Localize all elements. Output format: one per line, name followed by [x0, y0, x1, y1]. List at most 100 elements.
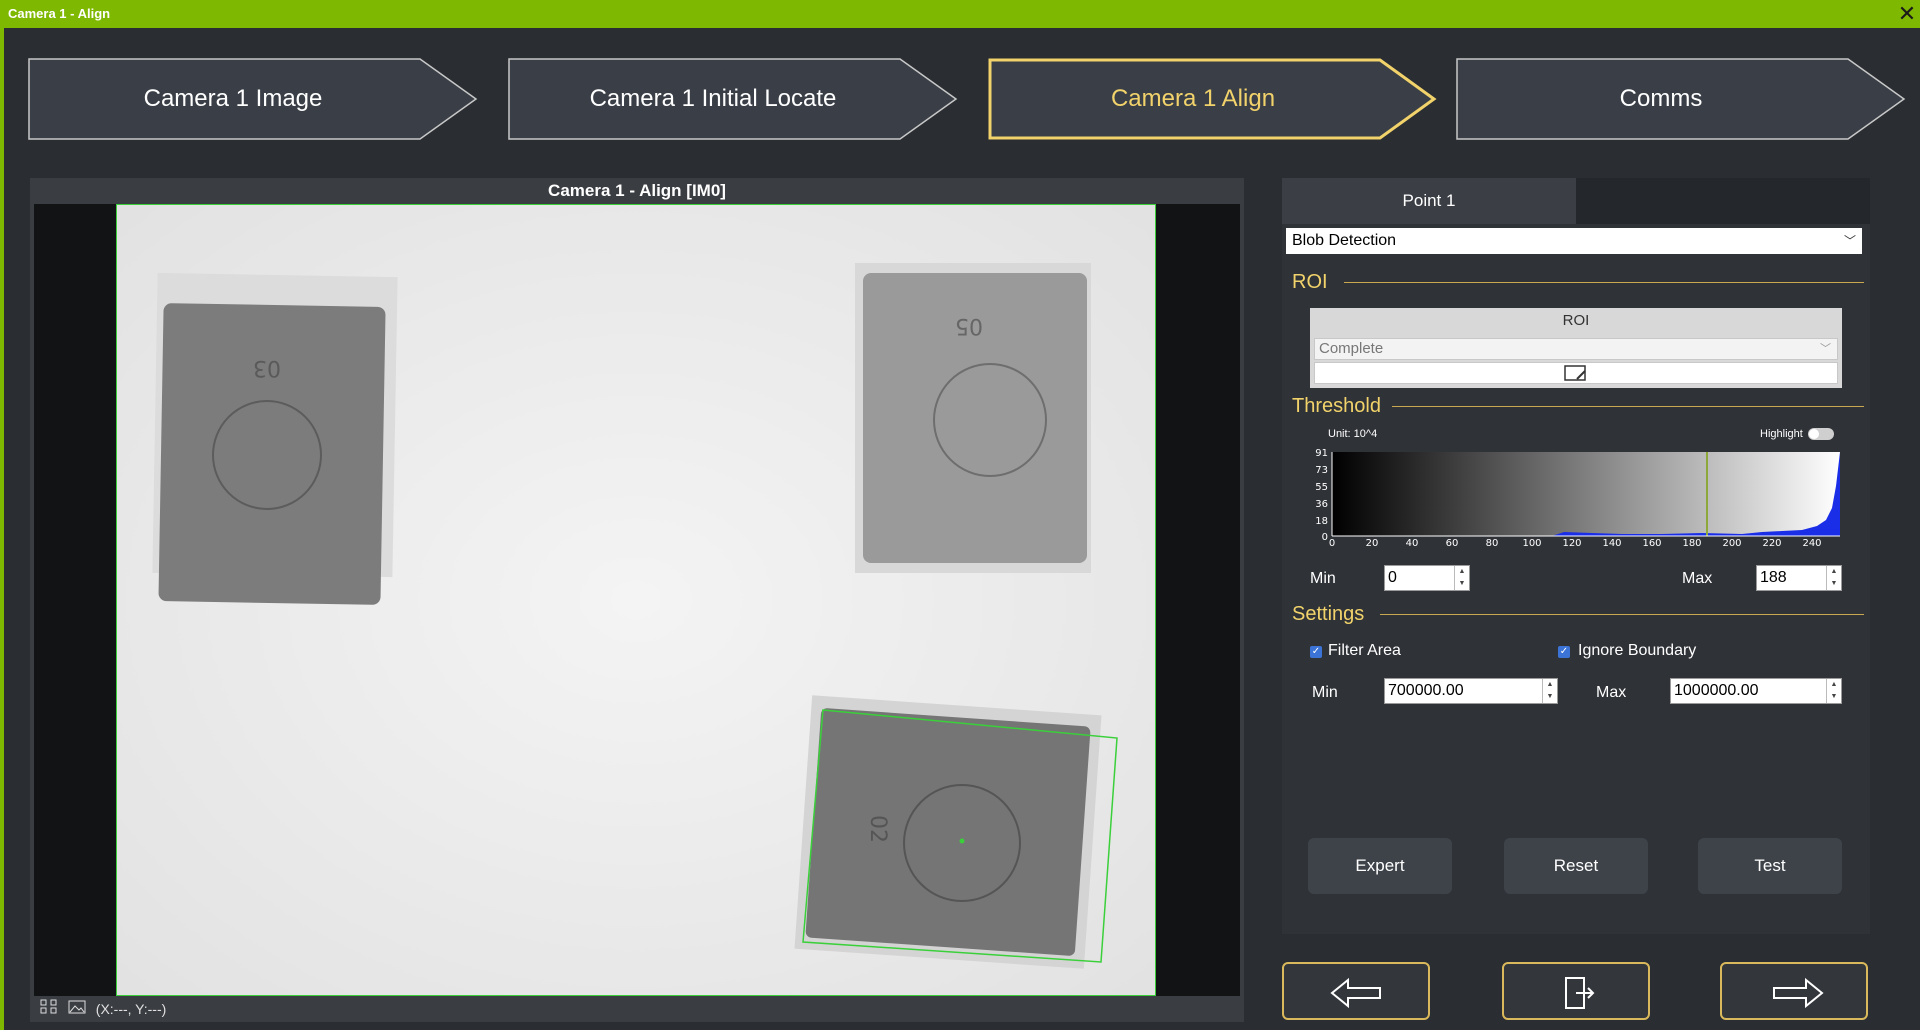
threshold-unit: Unit: 10^4: [1328, 428, 1378, 440]
x-tick: 220: [1762, 538, 1781, 546]
filter-area-label: Filter Area: [1328, 642, 1401, 659]
section-divider: [1380, 614, 1864, 615]
x-tick: 0: [1329, 538, 1335, 546]
area-max-label: Max: [1596, 684, 1627, 701]
x-tick: 80: [1486, 538, 1499, 546]
y-tick: 73: [1315, 465, 1328, 476]
highlight-toggle[interactable]: [1808, 428, 1834, 440]
histogram-gradient: [1332, 452, 1840, 536]
arrow-left-icon: [1330, 977, 1381, 1009]
x-tick: 140: [1602, 538, 1621, 546]
image-panel: Camera 1 - Align [IM0] 03 05 02 (X:---, …: [30, 178, 1244, 1022]
y-tick: 18: [1315, 516, 1328, 527]
x-tick: 20: [1366, 538, 1379, 546]
roi-section-title: ROI: [1292, 271, 1328, 293]
cursor-coordinates: (X:---, Y:---): [95, 1001, 167, 1017]
x-tick: 120: [1562, 538, 1581, 546]
package-label: 05: [955, 313, 983, 338]
threshold-min-value: 0: [1388, 569, 1397, 586]
step-navigation: Camera 1 Image Camera 1 Initial Locate C…: [0, 58, 1920, 144]
package-bottom-right: 02: [794, 695, 1118, 969]
fit-view-icon[interactable]: [40, 999, 58, 1021]
y-tick: 0: [1322, 532, 1328, 543]
tool-settings-panel: Point 1 Blob Detection ﹀ ROI ROI Complet…: [1282, 178, 1870, 934]
previous-button[interactable]: [1282, 962, 1430, 1020]
package-label: 03: [253, 355, 281, 380]
spin-arrows-icon[interactable]: ▲ ▼: [1826, 566, 1841, 590]
image-statusbar: (X:---, Y:---): [34, 998, 1240, 1020]
exit-button[interactable]: [1502, 962, 1650, 1020]
y-tick: 55: [1315, 482, 1328, 493]
blob-center-marker: [959, 838, 965, 844]
threshold-min-label: Min: [1310, 570, 1336, 587]
ignore-boundary-checkbox[interactable]: ✓: [1558, 646, 1570, 658]
section-divider: [1392, 406, 1864, 407]
spin-arrows-icon[interactable]: ▲ ▼: [1454, 566, 1469, 590]
arrow-right-icon: [1773, 977, 1824, 1009]
filter-area-checkbox[interactable]: ✓: [1310, 646, 1322, 658]
threshold-max-label: Max: [1682, 570, 1713, 587]
image-panel-title: Camera 1 - Align [IM0]: [30, 178, 1244, 204]
step-label: Comms: [1619, 85, 1703, 112]
image-viewport[interactable]: 03 05 02: [34, 204, 1240, 996]
section-divider: [1344, 282, 1864, 283]
roi-section-header: ROI: [1288, 270, 1864, 294]
y-tick: 91: [1315, 448, 1328, 459]
camera-image-content: 03 05 02: [117, 205, 1155, 995]
roi-mode-dropdown[interactable]: Complete ﹀: [1314, 338, 1838, 360]
package-label: 02: [865, 815, 890, 843]
window-titlebar: Camera 1 - Align ✕: [0, 0, 1920, 28]
threshold-max-value: 188: [1760, 569, 1787, 586]
highlight-label: Highlight: [1760, 428, 1803, 440]
point-tabs: Point 1: [1282, 178, 1870, 224]
area-min-input[interactable]: 700000.00 ▲ ▼: [1384, 678, 1558, 704]
camera-image[interactable]: 03 05 02: [116, 204, 1156, 996]
x-tick: 180: [1682, 538, 1701, 546]
settings-section-title: Settings: [1292, 603, 1365, 625]
settings-section-header: Settings: [1288, 602, 1864, 626]
spin-arrows-icon[interactable]: ▲ ▼: [1542, 679, 1557, 703]
ignore-boundary-label: Ignore Boundary: [1578, 642, 1697, 659]
method-dropdown[interactable]: Blob Detection ﹀: [1286, 228, 1862, 254]
chevron-down-icon: ﹀: [1820, 343, 1831, 355]
x-tick: 240: [1802, 538, 1821, 546]
close-icon[interactable]: ✕: [1894, 0, 1920, 28]
expert-button[interactable]: Expert: [1308, 838, 1452, 894]
roi-mode-value: Complete: [1319, 340, 1384, 357]
step-camera-1-initial-locate[interactable]: Camera 1 Initial Locate: [508, 58, 958, 140]
threshold-min-input[interactable]: 0 ▲ ▼: [1384, 565, 1470, 591]
area-min-label: Min: [1312, 684, 1338, 701]
threshold-section-title: Threshold: [1292, 395, 1381, 417]
method-dropdown-value: Blob Detection: [1292, 232, 1397, 249]
reset-button[interactable]: Reset: [1504, 838, 1648, 894]
x-tick: 100: [1522, 538, 1541, 546]
next-button[interactable]: [1720, 962, 1868, 1020]
x-tick: 60: [1446, 538, 1459, 546]
x-tick: 160: [1642, 538, 1661, 546]
test-button[interactable]: Test: [1698, 838, 1842, 894]
package-top-right: 05: [855, 263, 1091, 573]
step-camera-1-image[interactable]: Camera 1 Image: [28, 58, 478, 140]
threshold-histogram[interactable]: 91 73 55 36 18 0 0 20 40 60 80 100 120 1…: [1302, 446, 1842, 549]
step-camera-1-align[interactable]: Camera 1 Align: [988, 58, 1438, 140]
step-comms[interactable]: Comms: [1456, 58, 1906, 140]
x-tick: 200: [1722, 538, 1741, 546]
window-title: Camera 1 - Align: [8, 6, 111, 21]
x-tick: 40: [1406, 538, 1419, 546]
tab-point-1[interactable]: Point 1: [1282, 178, 1576, 224]
step-label: Camera 1 Initial Locate: [589, 85, 837, 112]
y-tick: 36: [1315, 499, 1328, 510]
image-icon[interactable]: [68, 999, 86, 1021]
spin-arrows-icon[interactable]: ▲ ▼: [1826, 679, 1841, 703]
edit-roi-icon: [1564, 365, 1586, 381]
area-max-input[interactable]: 1000000.00 ▲ ▼: [1670, 678, 1842, 704]
window-border: [0, 28, 4, 1030]
exit-door-icon: [1565, 977, 1595, 1009]
chevron-down-icon: ﹀: [1843, 234, 1856, 248]
threshold-max-input[interactable]: 188 ▲ ▼: [1756, 565, 1842, 591]
step-label: Camera 1 Image: [143, 85, 323, 112]
roi-edit-button[interactable]: [1314, 362, 1838, 384]
roi-box: ROI Complete ﹀: [1310, 308, 1842, 388]
package-left: 03: [152, 272, 398, 605]
step-label: Camera 1 Align: [1110, 85, 1276, 112]
